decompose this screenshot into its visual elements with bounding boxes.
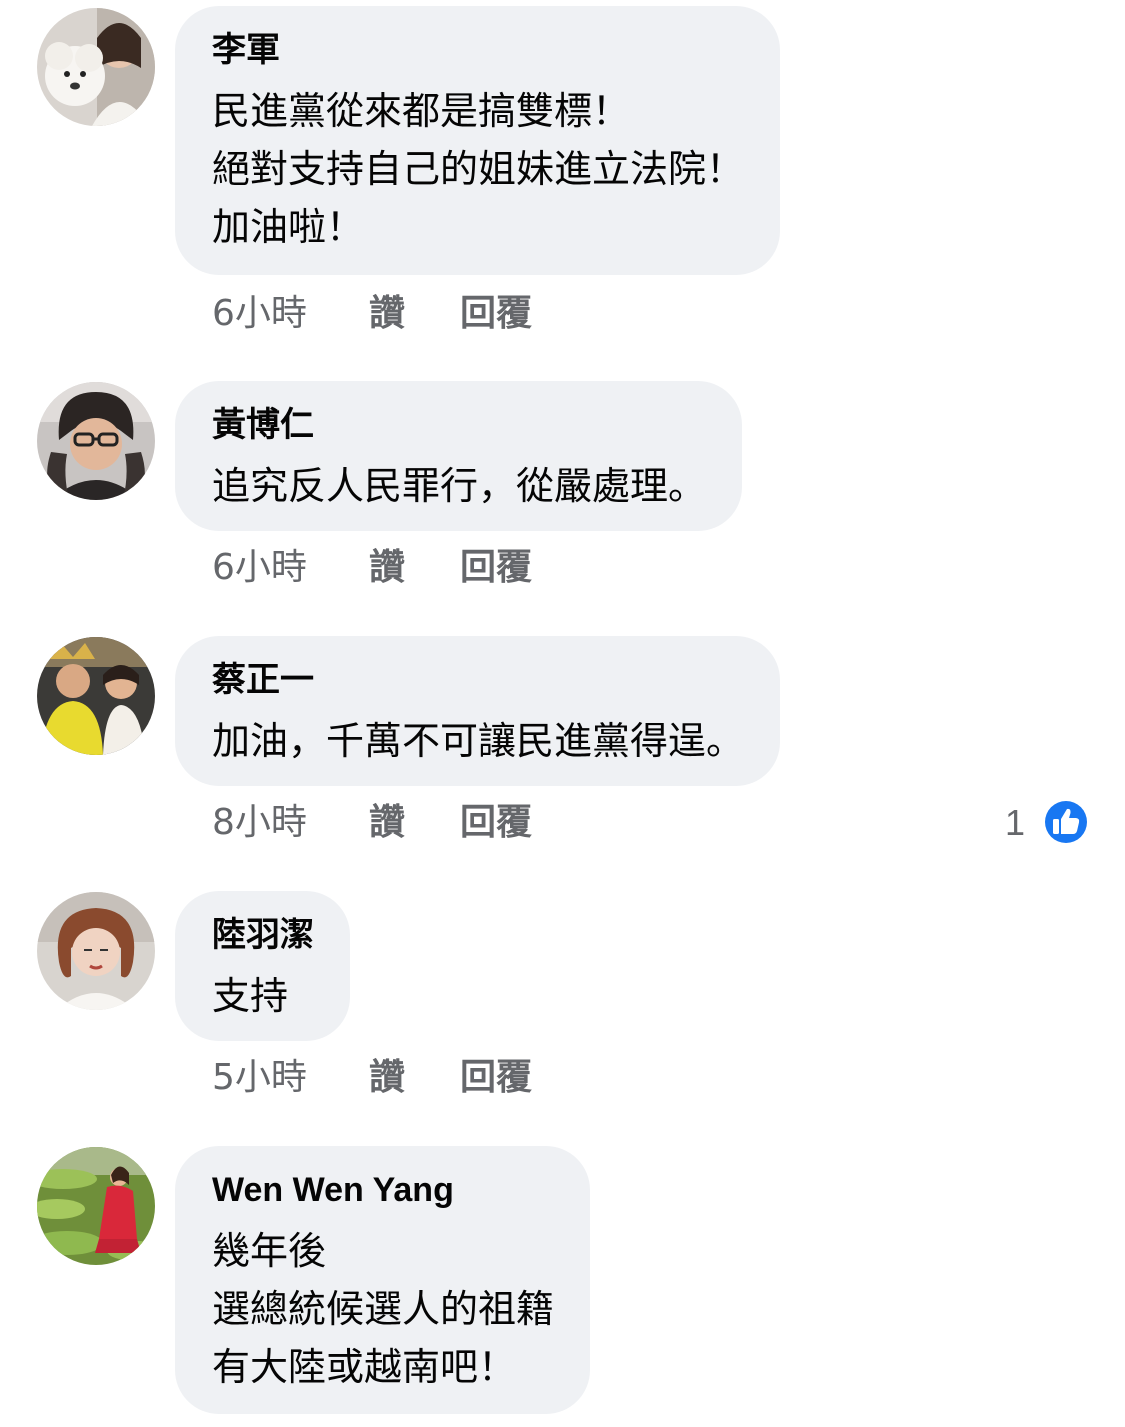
comment-text: 支持	[212, 974, 289, 1018]
comment-text: 追究反人民罪行，從嚴處理。	[212, 464, 707, 508]
avatar[interactable]	[37, 8, 155, 126]
reaction-count: 1	[1005, 802, 1026, 843]
comment-timestamp[interactable]: 8小時	[212, 801, 307, 845]
comment-text: 幾年後	[212, 1229, 327, 1273]
reply-button[interactable]: 回覆	[460, 1056, 532, 1100]
comment-bubble: 陸羽潔 支持	[175, 891, 350, 1041]
reply-button[interactable]: 回覆	[460, 292, 532, 336]
comment-timestamp[interactable]: 6小時	[212, 546, 307, 590]
comment-text: 絕對支持自己的姐妹進立法院！	[212, 147, 745, 191]
comment-author[interactable]: 李軍	[212, 30, 744, 70]
like-button[interactable]: 讚	[369, 292, 405, 336]
comment-author[interactable]: 黃博仁	[212, 405, 706, 445]
avatar[interactable]	[37, 637, 155, 755]
comment-timestamp[interactable]: 6小時	[212, 292, 307, 336]
avatar[interactable]	[37, 382, 155, 500]
comment-text: 有大陸或越南吧！	[212, 1345, 517, 1389]
comment-author[interactable]: 陸羽潔	[212, 915, 314, 955]
comment-text: 加油啦！	[212, 205, 365, 249]
comment-text: 選總統候選人的祖籍	[212, 1287, 555, 1331]
comment-text: 民進黨從來都是搞雙標！	[212, 89, 631, 133]
like-button[interactable]: 讚	[369, 801, 405, 845]
reply-button[interactable]: 回覆	[460, 546, 532, 590]
comment-text: 加油，千萬不可讓民進黨得逞。	[212, 719, 745, 763]
comment-timestamp[interactable]: 5小時	[212, 1056, 307, 1100]
comment-bubble: Wen Wen Yang 幾年後 選總統候選人的祖籍 有大陸或越南吧！	[175, 1146, 591, 1414]
like-button[interactable]: 讚	[369, 1056, 405, 1100]
reply-button[interactable]: 回覆	[460, 801, 532, 845]
avatar[interactable]	[37, 1147, 155, 1265]
comment-bubble: 李軍 民進黨從來都是搞雙標！ 絕對支持自己的姐妹進立法院！ 加油啦！	[175, 6, 781, 275]
like-thumbs-up-icon	[1042, 798, 1090, 846]
avatar[interactable]	[37, 892, 155, 1010]
comment-author[interactable]: 蔡正一	[212, 660, 744, 700]
comment-author[interactable]: Wen Wen Yang	[212, 1170, 554, 1210]
comment-bubble: 黃博仁 追究反人民罪行，從嚴處理。	[175, 381, 743, 531]
like-button[interactable]: 讚	[369, 546, 405, 590]
reaction-summary[interactable]: 1	[1005, 798, 1095, 849]
comment-bubble: 蔡正一 加油，千萬不可讓民進黨得逞。	[175, 636, 781, 786]
